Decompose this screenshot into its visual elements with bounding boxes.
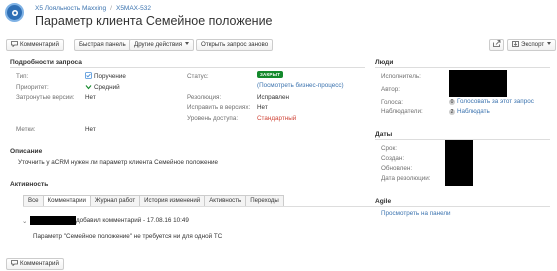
project-avatar-icon[interactable] [5,3,24,22]
comment-meta: добавил комментарий - 17.08.16 10:49 [76,217,189,224]
other-actions-button[interactable]: Другие действия [129,39,195,51]
collapse-icon[interactable]: ⌄ [22,218,27,225]
dates-heading: Даты [375,131,393,138]
share-icon [493,40,501,47]
export-icon [512,41,519,47]
created-date-label: Создан: [381,155,405,162]
breadcrumb-project[interactable]: X5 Лояльность Maxxing [35,5,106,12]
watch-link[interactable]: Наблюдать [457,108,490,115]
export-button[interactable]: Экспорт [507,39,557,51]
assignee-label: Исполнитель: [381,73,421,80]
affected-versions-label: Затронутые версии: [16,94,75,101]
chevron-down-icon [547,42,552,45]
divider [10,67,365,68]
bottom-comment-button[interactable]: Комментарий [6,258,64,270]
updated-date-label: Обновлен: [381,165,413,172]
security-level-label: Уровень доступа: [187,115,239,122]
due-date-label: Срок: [381,145,398,152]
votes-value: 0 Голосовать за этот запрос [449,98,534,105]
vote-link[interactable]: Голосовать за этот запрос [457,98,534,105]
description-heading: Описание [10,148,43,155]
share-button[interactable] [489,39,504,51]
security-level-value: Стандартный [257,115,297,122]
page-title: Параметр клиента Семейное положение [35,14,273,28]
watchers-label: Наблюдатели: [381,108,423,115]
resolution-label: Резолюция: [187,94,222,101]
description-text: Уточнить у aCRM нужен ли параметр клиент… [18,159,218,166]
priority-value: Средний [85,83,120,91]
comment-text: Параметр "Семейное положение" не требует… [33,233,223,240]
status-cell: ЗАКРЫТ [257,71,284,78]
type-label: Тип: [16,73,29,80]
divider [375,67,550,68]
redacted-author [30,216,76,225]
task-checkbox-icon [85,72,92,79]
labels-value: Нет [85,126,96,133]
redacted-people [449,70,507,97]
comment-icon [11,41,18,48]
activity-heading: Активность [10,181,49,188]
affected-versions-value: Нет [85,94,96,101]
resolution-value: Исправлен [257,94,289,101]
reporter-label: Автор: [381,86,400,93]
people-heading: Люди [375,59,394,66]
details-heading: Подробности запроса [10,59,82,66]
comment-button[interactable]: Комментарий [6,39,64,51]
view-workflow-link[interactable]: (Посмотреть бизнес-процесс) [257,82,344,89]
resolved-date-label: Дата резолюции: [381,175,431,182]
status-badge: ЗАКРЫТ [257,71,284,78]
quick-panel-button[interactable]: Быстрая панель [74,39,131,51]
agile-heading: Agile [375,198,392,205]
status-label: Статус: [187,73,209,80]
priority-medium-icon [85,85,92,90]
priority-label: Приоритет: [16,84,49,91]
votes-count-badge: 0 [449,99,455,105]
breadcrumb-issue-key[interactable]: X5MAX-532 [116,5,151,12]
watchers-count-badge: 2 [449,109,455,115]
fix-versions-label: Исправить в версиях: [187,104,251,111]
redacted-dates [445,140,473,186]
comment-icon [11,260,18,267]
divider [375,206,550,207]
watchers-value: 2 Наблюдать [449,108,490,115]
chevron-down-icon [185,42,190,45]
breadcrumb: X5 Лояльность Maxxing / X5MAX-532 [35,5,152,12]
fix-versions-value: Нет [257,104,268,111]
reopen-issue-button[interactable]: Открыть запрос заново [196,39,274,51]
view-on-board-link[interactable]: Просмотреть на панели [381,210,451,217]
votes-label: Голоса: [381,99,403,106]
type-value: Поручение [85,72,126,80]
labels-label: Метки: [16,126,36,133]
